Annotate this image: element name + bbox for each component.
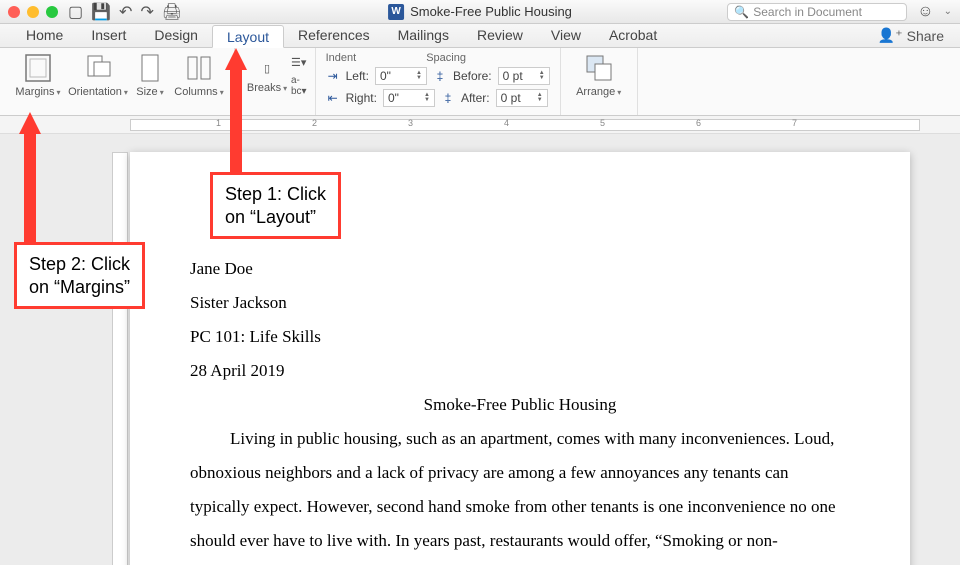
callout-step2-line2: on “Margins” <box>29 277 130 297</box>
search-input[interactable]: 🔍 Search in Document <box>727 3 907 21</box>
breaks-group: ▯ Breaks▾ ☰▾ a-bc▾ <box>235 48 316 115</box>
columns-button[interactable]: Columns▾ <box>172 52 226 98</box>
ruler-tick: 1 <box>216 118 221 128</box>
spacing-before-label: Before: <box>453 69 492 83</box>
tab-acrobat[interactable]: Acrobat <box>595 24 671 47</box>
ruler-tick: 3 <box>408 118 413 128</box>
spacing-header: Spacing <box>426 52 466 64</box>
indent-left-value: 0" <box>380 69 391 83</box>
indent-header: Indent <box>326 52 357 64</box>
feedback-icon[interactable]: ☺ <box>917 3 933 21</box>
indent-left-label: Left: <box>346 69 369 83</box>
horizontal-ruler[interactable]: 1 2 3 4 5 6 7 <box>0 116 960 134</box>
ruler-tick: 5 <box>600 118 605 128</box>
quick-access-toolbar: ▢ 💾 ↶ ↷ 🖨 <box>68 2 182 22</box>
callout-step2-line1: Step 2: Click <box>29 254 130 274</box>
callout-step1-line2: on “Layout” <box>225 207 316 227</box>
window-title: W Smoke-Free Public Housing <box>388 4 572 20</box>
share-icon: 👤⁺ <box>878 27 903 44</box>
tab-mailings[interactable]: Mailings <box>384 24 463 47</box>
margins-icon <box>22 52 54 84</box>
ribbon-tabs: Home Insert Design Layout References Mai… <box>0 24 960 48</box>
margins-button[interactable]: Margins▾ <box>8 52 68 98</box>
undo-icon[interactable]: ↶ <box>119 2 132 22</box>
doc-body: Living in public housing, such as an apa… <box>190 422 850 565</box>
share-button[interactable]: 👤⁺ Share <box>878 24 948 47</box>
ribbon: Margins▾ Orientation▾ Size▾ Columns▾ ▯ B… <box>0 48 960 116</box>
breaks-label: Breaks <box>247 82 281 94</box>
indent-left-icon: ⇥ <box>326 69 340 83</box>
ruler-tick: 7 <box>792 118 797 128</box>
document-title: Smoke-Free Public Housing <box>410 4 572 19</box>
size-icon <box>134 52 166 84</box>
orientation-button[interactable]: Orientation▾ <box>68 52 128 98</box>
document-area: Jane Doe Sister Jackson PC 101: Life Ski… <box>0 134 960 565</box>
vertical-ruler[interactable] <box>112 152 128 565</box>
arrange-button[interactable]: Arrange▾ <box>569 52 629 98</box>
ruler-tick: 4 <box>504 118 509 128</box>
spacing-after-icon: ‡ <box>441 91 455 105</box>
page-setup-group: Margins▾ Orientation▾ Size▾ Columns▾ <box>0 48 235 115</box>
doc-line-name: Jane Doe <box>190 252 850 286</box>
columns-icon <box>183 52 215 84</box>
word-icon: W <box>388 4 404 20</box>
doc-title: Smoke-Free Public Housing <box>190 388 850 422</box>
tab-insert[interactable]: Insert <box>77 24 140 47</box>
save-icon[interactable]: 💾 <box>91 2 111 22</box>
callout-step1: Step 1: Click on “Layout” <box>210 172 341 239</box>
print-icon[interactable]: 🖨 <box>162 2 182 22</box>
ruler-tick: 2 <box>312 118 317 128</box>
doc-line-date: 28 April 2019 <box>190 354 850 388</box>
breaks-icon: ▯ <box>251 56 283 80</box>
callout-step1-line1: Step 1: Click <box>225 184 326 204</box>
arrange-group: Arrange▾ <box>561 48 638 115</box>
indent-left-input[interactable]: 0"▲▼ <box>375 67 427 85</box>
spacing-after-label: After: <box>461 91 490 105</box>
orientation-icon <box>82 52 114 84</box>
spacing-after-value: 0 pt <box>501 91 521 105</box>
margins-label: Margins <box>15 86 54 98</box>
tab-references[interactable]: References <box>284 24 384 47</box>
chevron-down-icon[interactable]: ⌄ <box>944 6 952 17</box>
arrange-icon <box>583 52 615 84</box>
autosave-icon[interactable]: ▢ <box>68 2 83 22</box>
tab-design[interactable]: Design <box>140 24 212 47</box>
titlebar: ▢ 💾 ↶ ↷ 🖨 W Smoke-Free Public Housing 🔍 … <box>0 0 960 24</box>
doc-line-course: PC 101: Life Skills <box>190 320 850 354</box>
minimize-icon[interactable] <box>27 6 39 18</box>
tab-review[interactable]: Review <box>463 24 537 47</box>
redo-icon[interactable]: ↷ <box>140 2 153 22</box>
indent-right-label: Right: <box>346 91 377 105</box>
tab-view[interactable]: View <box>537 24 595 47</box>
search-placeholder: Search in Document <box>753 5 900 19</box>
ruler-tick: 6 <box>696 118 701 128</box>
hyphenation-button[interactable]: a-bc▾ <box>291 75 307 97</box>
spacing-before-input[interactable]: 0 pt▲▼ <box>498 67 550 85</box>
window-controls <box>8 6 58 18</box>
tab-home[interactable]: Home <box>12 24 77 47</box>
size-button[interactable]: Size▾ <box>128 52 172 98</box>
spacing-before-value: 0 pt <box>503 69 523 83</box>
line-numbers-button[interactable]: ☰▾ <box>291 56 307 69</box>
spacing-before-icon: ‡ <box>433 69 447 83</box>
size-label: Size <box>136 86 157 98</box>
doc-line-instructor: Sister Jackson <box>190 286 850 320</box>
orientation-label: Orientation <box>68 86 122 98</box>
indent-right-input[interactable]: 0"▲▼ <box>383 89 435 107</box>
paragraph-group: Indent Spacing ⇥ Left: 0"▲▼ ‡ Before: 0 p… <box>316 48 561 115</box>
columns-label: Columns <box>174 86 217 98</box>
indent-right-icon: ⇤ <box>326 91 340 105</box>
indent-right-value: 0" <box>388 91 399 105</box>
zoom-icon[interactable] <box>46 6 58 18</box>
close-icon[interactable] <box>8 6 20 18</box>
search-icon: 🔍 <box>734 5 749 19</box>
tab-layout[interactable]: Layout <box>212 25 284 48</box>
spacing-after-input[interactable]: 0 pt▲▼ <box>496 89 548 107</box>
callout-step2: Step 2: Click on “Margins” <box>14 242 145 309</box>
share-label: Share <box>907 28 944 44</box>
breaks-button[interactable]: ▯ Breaks▾ <box>243 56 291 94</box>
arrange-label: Arrange <box>576 86 615 98</box>
